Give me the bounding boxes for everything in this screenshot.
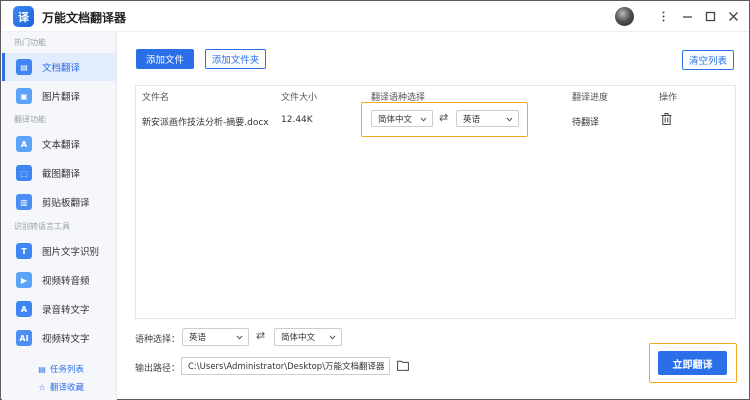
- more-icon[interactable]: [653, 6, 673, 26]
- select-value: 英语: [189, 333, 207, 343]
- task-list-icon: ▤: [38, 364, 46, 374]
- avatar[interactable]: [615, 7, 634, 26]
- sidebar-item-document-translate[interactable]: ▤ 文档翻译: [2, 53, 116, 81]
- app-title: 万能文档翻译器: [42, 11, 127, 25]
- ocr-icon: T: [16, 243, 32, 259]
- sidebar-item-recording-to-text[interactable]: A 录音转文字: [2, 295, 116, 323]
- clear-list-button[interactable]: 清空列表: [682, 50, 734, 70]
- image-icon: ▣: [16, 88, 32, 104]
- screenshot-icon: ⬚: [16, 165, 32, 181]
- row-target-language-select[interactable]: 英语: [456, 110, 519, 127]
- trash-icon[interactable]: [661, 113, 672, 125]
- file-table: 文件名 文件大小 翻译语种选择 翻译进度 操作 新安派画作技法分析-摘要.doc…: [135, 85, 736, 319]
- title-bar: 译 万能文档翻译器: [1, 1, 749, 32]
- task-list-link[interactable]: ▤ 任务列表: [38, 363, 85, 376]
- column-header-filename: 文件名: [142, 93, 170, 103]
- folder-icon[interactable]: [397, 360, 409, 371]
- sidebar-item-video-to-text[interactable]: AI 视频转文字: [2, 324, 116, 352]
- file-size-cell: 12.44K: [281, 115, 313, 125]
- video-text-icon: AI: [16, 330, 32, 346]
- sidebar-item-label: 录音转文字: [42, 305, 90, 316]
- video-audio-icon: ▶: [16, 272, 32, 288]
- footer-source-language-select[interactable]: 英语: [182, 328, 249, 346]
- chevron-down-icon: [329, 335, 336, 340]
- output-path-label: 输出路径：: [135, 364, 181, 374]
- sidebar-item-text-translate[interactable]: A 文本翻译: [2, 130, 116, 158]
- start-translate-button[interactable]: 立即翻译: [658, 351, 727, 375]
- sidebar-item-label: 图片文字识别: [42, 247, 100, 258]
- file-name-cell: 新安派画作技法分析-摘要.docx: [142, 118, 269, 128]
- close-icon[interactable]: [723, 6, 743, 26]
- progress-cell: 待翻译: [572, 118, 600, 128]
- sidebar-item-label: 截图翻译: [42, 169, 81, 180]
- chevron-down-icon: [236, 335, 243, 340]
- column-header-actions: 操作: [659, 93, 678, 103]
- add-file-button[interactable]: 添加文件: [136, 49, 194, 69]
- select-value: 简体中文: [378, 114, 413, 125]
- maximize-icon[interactable]: [700, 6, 720, 26]
- minimize-icon[interactable]: [677, 6, 697, 26]
- section-label-hot: 热门功能: [14, 38, 46, 47]
- sidebar-item-screenshot-translate[interactable]: ⬚ 截图翻译: [2, 159, 116, 187]
- swap-languages-icon[interactable]: ⇄: [256, 329, 265, 342]
- sidebar-item-label: 文档翻译: [42, 63, 81, 74]
- sidebar-item-label: 图片翻译: [42, 92, 81, 103]
- sidebar-item-video-to-audio[interactable]: ▶ 视频转音频: [2, 266, 116, 294]
- sidebar-item-image-ocr[interactable]: T 图片文字识别: [2, 237, 116, 265]
- sidebar: 热门功能 ▤ 文档翻译 ▣ 图片翻译 翻译功能 A 文本翻译 ⬚ 截图翻译 ▥ …: [2, 32, 117, 400]
- chevron-down-icon: [506, 117, 513, 122]
- footer-target-language-select[interactable]: 简体中文: [274, 328, 342, 346]
- chevron-down-icon: [420, 117, 427, 122]
- favorites-link[interactable]: ☆ 翻译收藏: [38, 381, 85, 394]
- row-source-language-select[interactable]: 简体中文: [371, 110, 433, 127]
- column-header-progress: 翻译进度: [572, 93, 609, 103]
- app-window: 译 万能文档翻译器 热门功能 ▤ 文档翻译 ▣ 图片翻译 翻译功能 A 文本翻译: [0, 0, 750, 400]
- section-label-translate: 翻译功能: [14, 115, 46, 124]
- swap-languages-icon[interactable]: ⇄: [439, 111, 448, 124]
- favorites-label: 翻译收藏: [50, 383, 85, 393]
- sidebar-item-image-translate[interactable]: ▣ 图片翻译: [2, 82, 116, 110]
- sidebar-item-label: 文本翻译: [42, 140, 81, 151]
- language-selection-label: 语种选择：: [135, 335, 181, 345]
- sidebar-item-clipboard-translate[interactable]: ▥ 剪贴板翻译: [2, 188, 116, 216]
- select-value: 英语: [463, 114, 481, 125]
- clipboard-icon: ▥: [16, 194, 32, 210]
- add-folder-button[interactable]: 添加文件夹: [205, 49, 266, 69]
- recording-icon: A: [16, 301, 32, 317]
- select-value: 简体中文: [281, 333, 316, 343]
- sidebar-item-label: 视频转文字: [42, 334, 90, 345]
- app-logo-icon: 译: [13, 6, 34, 27]
- sidebar-item-label: 剪贴板翻译: [42, 198, 90, 209]
- section-label-recognition: 识别转语言工具: [14, 222, 70, 231]
- text-icon: A: [16, 136, 32, 152]
- column-header-size: 文件大小: [281, 93, 318, 103]
- document-icon: ▤: [16, 59, 32, 75]
- star-icon: ☆: [38, 382, 46, 392]
- sidebar-item-label: 视频转音频: [42, 276, 90, 287]
- task-list-label: 任务列表: [50, 365, 85, 375]
- output-path-input[interactable]: C:\Users\Administrator\Desktop\万能文档翻译器: [181, 357, 390, 375]
